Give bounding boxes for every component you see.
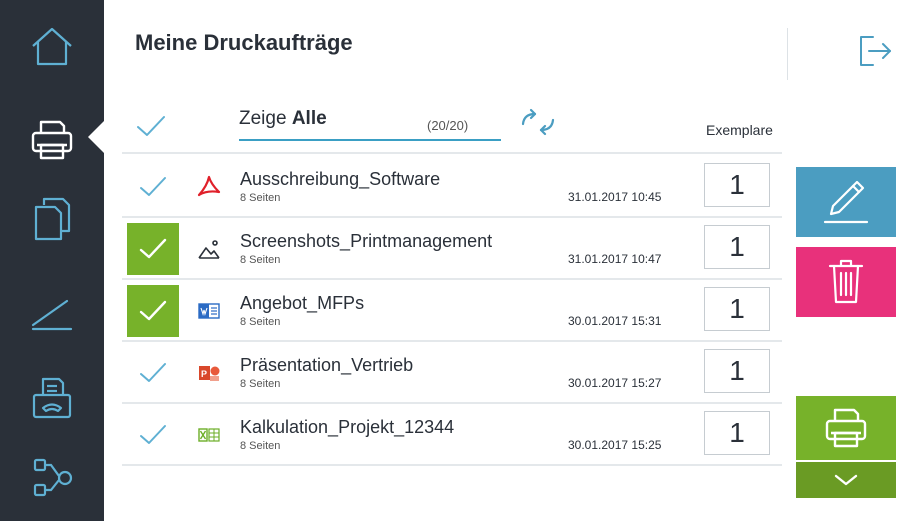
job-date: 30.01.2017 15:25 [568,438,662,452]
job-date: 30.01.2017 15:31 [568,314,662,328]
header-divider [787,28,788,80]
sidebar [0,0,104,521]
list-top-divider [122,152,782,154]
copies-field[interactable]: 1 [704,349,770,393]
edit-button[interactable] [796,167,896,237]
copies-field[interactable]: 1 [704,225,770,269]
sidebar-item-print[interactable] [20,108,84,172]
job-checkbox[interactable] [127,285,179,337]
job-date: 31.01.2017 10:45 [568,190,662,204]
filter-count: (20/20) [427,118,469,133]
image-icon [196,236,222,262]
job-checkbox[interactable] [127,409,179,461]
sidebar-item-fax[interactable] [20,366,84,430]
copies-field[interactable]: 1 [704,163,770,207]
job-name: Präsentation_Vertrieb [240,355,414,375]
filter-value: Alle [291,108,327,129]
pdf-icon [196,174,222,200]
copies-field[interactable]: 1 [704,287,770,331]
trash-icon [828,259,864,304]
home-icon [32,27,72,66]
job-checkbox[interactable] [127,347,179,399]
job-pages: 8 Seiten [240,192,281,204]
checkmark-icon [137,116,165,136]
sidebar-item-home[interactable] [20,15,84,79]
sidebar-item-copy[interactable] [20,186,84,250]
copies-field[interactable]: 1 [704,411,770,455]
chevron-down-icon [834,474,858,486]
printer-icon [825,408,867,448]
filter-label: Zeige Alle [239,108,327,130]
checkmark-icon [139,300,167,321]
powerpoint-icon: P [196,360,222,386]
job-checkbox[interactable] [127,161,179,213]
job-checkbox[interactable] [127,223,179,275]
printer-icon [31,120,73,160]
workflow-icon [33,458,73,497]
filter-underline [239,139,501,141]
page-title: Meine Druckaufträge [135,30,353,55]
refresh-icon [521,108,555,136]
job-pages: 8 Seiten [240,254,281,266]
expand-button[interactable] [796,462,896,498]
job-name: Kalkulation_Projekt_12344 [240,417,455,437]
job-name: Angebot_MFPs [240,293,365,313]
sidebar-item-workflow[interactable] [20,445,84,509]
checkmark-icon [140,177,166,196]
job-row[interactable]: Angebot_MFPs 8 Seiten 30.01.2017 15:31 1 [122,280,782,342]
job-pages: 8 Seiten [240,440,281,452]
job-row[interactable]: Screenshots_Printmanagement 8 Seiten 31.… [122,218,782,280]
job-date: 31.01.2017 10:47 [568,252,662,266]
fax-icon [32,377,72,419]
filter-prefix: Zeige [239,108,287,129]
job-name: Ausschreibung_Software [240,169,441,189]
refresh-button[interactable] [518,106,558,138]
sidebar-item-scan[interactable] [20,282,84,346]
job-row[interactable]: P Präsentation_Vertrieb 8 Seiten 30.01.2… [122,342,782,404]
print-button[interactable] [796,396,896,460]
select-all-checkbox[interactable] [135,110,167,142]
job-name: Screenshots_Printmanagement [240,231,493,251]
copy-icon [34,197,71,241]
logout-icon [860,36,891,66]
job-date: 30.01.2017 15:27 [568,376,662,390]
copies-column-header: Exemplare [706,122,773,138]
row-divider [122,464,782,466]
svg-text:P: P [201,369,207,379]
checkmark-icon [140,363,166,382]
job-pages: 8 Seiten [240,378,281,390]
delete-button[interactable] [796,247,896,317]
logout-button[interactable] [855,31,895,71]
scan-icon [31,299,73,331]
job-row[interactable]: Kalkulation_Projekt_12344 8 Seiten 30.01… [122,404,782,466]
checkmark-icon [140,425,166,444]
word-icon [196,298,222,324]
excel-icon [196,422,222,448]
filter-dropdown[interactable]: Zeige Alle (20/20) [239,108,501,144]
checkmark-icon [139,238,167,259]
pencil-icon [823,180,869,224]
job-row[interactable]: Ausschreibung_Software 8 Seiten 31.01.20… [122,156,782,218]
active-indicator [88,120,105,154]
job-pages: 8 Seiten [240,316,281,328]
